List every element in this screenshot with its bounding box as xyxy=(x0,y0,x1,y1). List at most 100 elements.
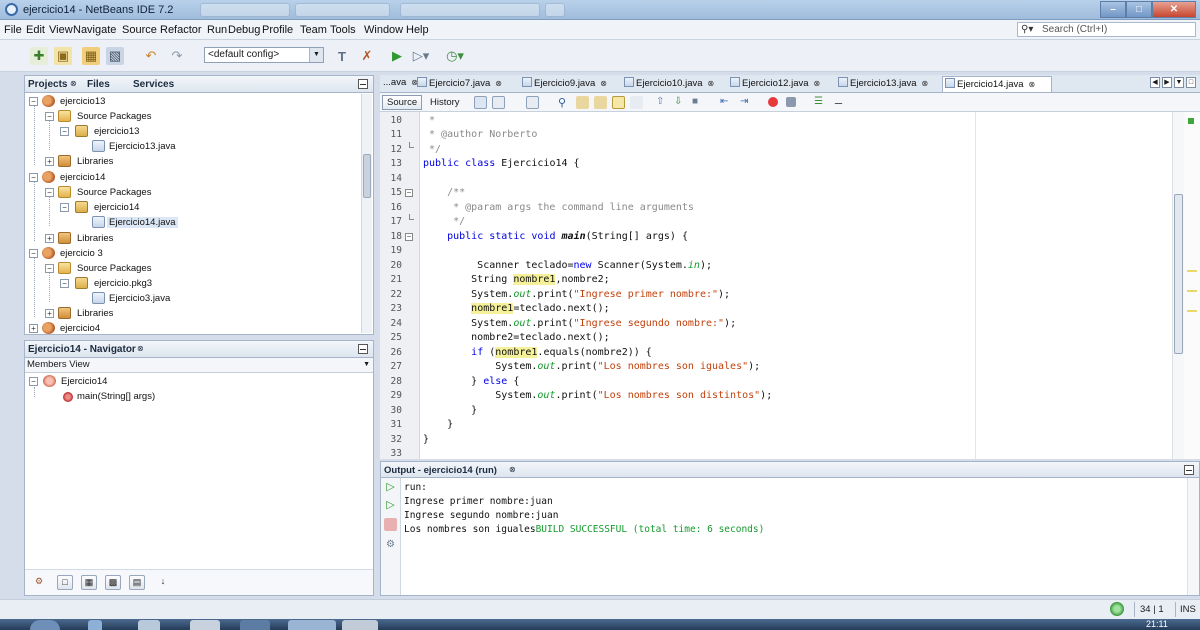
updates-icon[interactable] xyxy=(1110,602,1124,616)
menu-file[interactable]: File xyxy=(4,24,22,36)
debug-project-icon[interactable]: ▷▾ xyxy=(412,47,430,65)
tab-ejercicio7[interactable]: Ejercicio7.java ⊗ xyxy=(415,77,502,93)
taskbar-app[interactable] xyxy=(190,620,220,630)
close-icon[interactable]: ⊗ xyxy=(708,79,715,88)
close-window-button[interactable]: ✕ xyxy=(1152,1,1196,18)
close-icon[interactable]: ⊗ xyxy=(922,79,929,88)
menu-navigate[interactable]: Navigate xyxy=(73,24,116,36)
history-view-button[interactable]: History xyxy=(425,95,465,110)
menu-run[interactable]: Run xyxy=(207,24,227,36)
menu-help[interactable]: Help xyxy=(406,24,429,36)
editor-scrollbar[interactable] xyxy=(1172,112,1184,459)
navigator-item-method[interactable]: main(String[] args) xyxy=(25,389,355,404)
taskbar-app[interactable] xyxy=(88,620,102,630)
tab-navigator[interactable]: Ejercicio14 - Navigator xyxy=(28,344,136,355)
tab-files[interactable]: Files xyxy=(87,79,110,90)
tree-item-libraries[interactable]: + Libraries xyxy=(25,306,355,321)
tree-item-source-packages[interactable]: − Source Packages xyxy=(25,109,355,124)
minimize-panel-button[interactable] xyxy=(358,79,368,89)
projects-scrollbar[interactable] xyxy=(361,94,372,333)
fold-collapse-icon[interactable]: − xyxy=(405,233,413,241)
tab-ejercicio10[interactable]: Ejercicio10.java ⊗ xyxy=(622,77,714,93)
back-icon[interactable] xyxy=(492,96,505,109)
tree-item-java-file[interactable]: Ejercicio3.java xyxy=(25,291,355,306)
taskbar-app[interactable] xyxy=(240,620,270,630)
tab-projects[interactable]: Projects xyxy=(28,79,67,90)
close-icon[interactable]: ⊗ xyxy=(137,344,144,353)
collapse-icon[interactable]: − xyxy=(45,264,54,273)
config-dropdown[interactable]: <default config> ▼ xyxy=(204,47,324,63)
tab-list-icon[interactable]: ▼ xyxy=(1174,77,1184,88)
close-icon[interactable]: ⊗ xyxy=(495,79,502,88)
shift-left-icon[interactable]: ⇤ xyxy=(720,96,733,109)
tab-ejercicio9[interactable]: Ejercicio9.java ⊗ xyxy=(520,77,607,93)
close-icon[interactable]: ⊗ xyxy=(1029,80,1036,89)
collapse-icon[interactable]: − xyxy=(60,203,69,212)
collapse-icon[interactable]: − xyxy=(60,127,69,136)
uncomment-icon[interactable]: ⚊ xyxy=(834,96,847,109)
rerun-icon[interactable]: ▷ xyxy=(384,481,397,494)
taskbar-app[interactable] xyxy=(342,620,378,630)
previous-bookmark-icon[interactable]: ⇧ xyxy=(656,96,669,109)
start-button[interactable] xyxy=(30,620,60,630)
tree-item-ejercicio14[interactable]: − ejercicio14 xyxy=(25,170,355,185)
tree-item-package[interactable]: − ejercicio.pkg3 xyxy=(25,276,355,291)
occurrence-mark[interactable] xyxy=(1187,270,1197,272)
collapse-icon[interactable]: − xyxy=(45,188,54,197)
undo-icon[interactable]: ↶ xyxy=(142,47,160,65)
maximize-editor-icon[interactable]: □ xyxy=(1186,77,1196,88)
toggle-bookmark-icon[interactable]: ■ xyxy=(692,96,705,109)
sort-icon[interactable]: ↓ xyxy=(155,575,171,590)
menu-debug[interactable]: Debug xyxy=(228,24,260,36)
expand-icon[interactable]: + xyxy=(45,309,54,318)
profile-project-icon[interactable]: ◷▾ xyxy=(446,47,464,65)
tab-truncated-file[interactable]: ...ava ⊗ xyxy=(381,77,418,93)
tree-item-source-packages[interactable]: − Source Packages xyxy=(25,185,355,200)
collapse-icon[interactable]: − xyxy=(60,279,69,288)
shift-right-icon[interactable]: ⇥ xyxy=(740,96,753,109)
tab-ejercicio12[interactable]: Ejercicio12.java ⊗ xyxy=(728,77,820,93)
navigator-item-class[interactable]: − Ejercicio14 xyxy=(25,374,355,389)
minimize-button[interactable]: – xyxy=(1100,1,1126,18)
fold-collapse-icon[interactable]: − xyxy=(405,189,413,197)
tree-item-ejercicio4[interactable]: + ejercicio4 xyxy=(25,321,355,336)
scroll-tabs-right-icon[interactable]: ▶ xyxy=(1162,77,1172,88)
close-icon[interactable]: ⊗ xyxy=(600,79,607,88)
tree-item-java-file[interactable]: Ejercicio13.java xyxy=(25,139,355,154)
tree-item-source-packages[interactable]: − Source Packages xyxy=(25,261,355,276)
maximize-button[interactable]: □ xyxy=(1126,1,1152,18)
comment-icon[interactable]: ☰ xyxy=(814,96,827,109)
members-view-dropdown[interactable]: Members View ▼ xyxy=(25,358,373,373)
redo-icon[interactable]: ↷ xyxy=(168,47,186,65)
source-view-button[interactable]: Source xyxy=(382,95,423,110)
settings-icon[interactable]: ⚙ xyxy=(384,538,397,551)
stop-macro-icon[interactable] xyxy=(786,97,796,107)
tree-item-package[interactable]: − ejercicio13 xyxy=(25,124,355,139)
menu-view[interactable]: View xyxy=(49,24,73,36)
tree-item-libraries[interactable]: + Libraries xyxy=(25,154,355,169)
tree-item-ejercicio-3[interactable]: − ejercicio 3 xyxy=(25,246,355,261)
collapse-icon[interactable]: − xyxy=(29,377,38,386)
tab-ejercicio14-active[interactable]: Ejercicio14.java ⊗ xyxy=(942,76,1052,92)
taskbar-app[interactable] xyxy=(138,620,160,630)
collapse-icon[interactable]: − xyxy=(29,249,38,258)
stop-icon[interactable] xyxy=(384,518,397,531)
scrollbar-thumb[interactable] xyxy=(363,154,371,198)
collapse-icon[interactable]: − xyxy=(29,173,38,182)
find-icon[interactable]: ⚲ xyxy=(558,96,571,109)
taskbar-app[interactable] xyxy=(288,620,336,630)
occurrence-mark[interactable] xyxy=(1187,310,1197,312)
expand-icon[interactable]: + xyxy=(29,324,38,333)
settings-gear-icon[interactable]: ⚙ xyxy=(31,575,47,590)
minimize-panel-button[interactable] xyxy=(1184,465,1194,475)
scrollbar-thumb[interactable] xyxy=(1174,194,1183,354)
save-all-icon[interactable]: ▧ xyxy=(106,47,124,65)
collapse-icon[interactable]: − xyxy=(45,112,54,121)
find-previous-icon[interactable] xyxy=(576,96,589,109)
code-editor[interactable]: 10 11 12 13 14 15 16 17 18 19 20 21 22 2… xyxy=(380,112,1200,459)
tab-services[interactable]: Services xyxy=(133,79,174,90)
menu-source[interactable]: Source xyxy=(122,24,157,36)
open-project-icon[interactable]: ▦ xyxy=(82,47,100,65)
last-edit-icon[interactable] xyxy=(474,96,487,109)
expand-icon[interactable]: + xyxy=(45,234,54,243)
